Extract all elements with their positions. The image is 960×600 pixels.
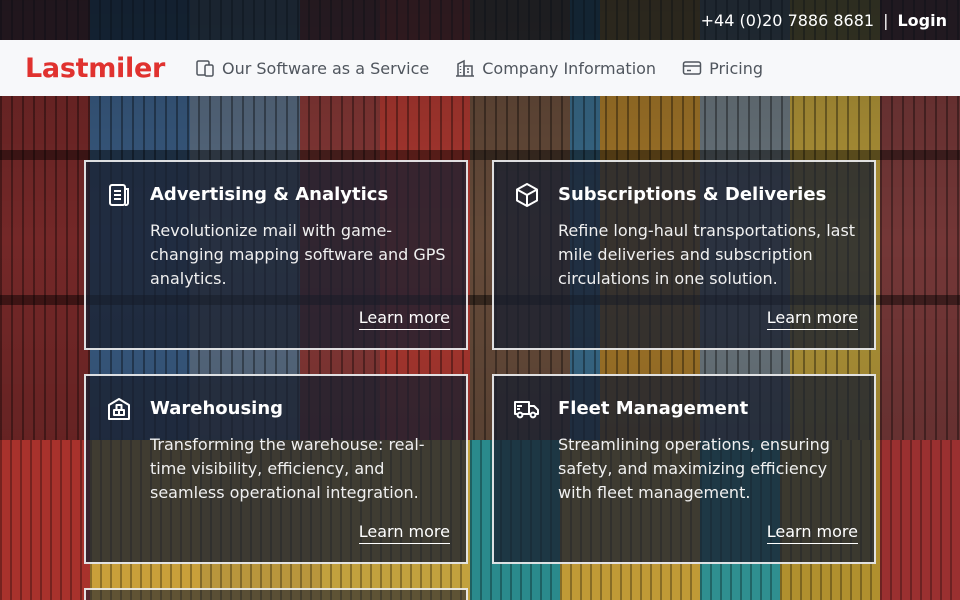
- box-icon: [516, 183, 538, 207]
- learn-more-link[interactable]: Learn more: [358, 522, 450, 544]
- nav-item-company[interactable]: Company Information: [455, 58, 656, 78]
- building-icon: [456, 59, 475, 77]
- card-title: Fleet Management: [558, 398, 749, 419]
- learn-more-link[interactable]: Learn more: [358, 308, 450, 330]
- truck-icon: [514, 401, 539, 419]
- card-title: Advertising & Analytics: [150, 184, 389, 205]
- nav-item-pricing[interactable]: Pricing: [682, 58, 763, 78]
- login-link[interactable]: Login: [897, 11, 947, 30]
- card-description: Refine long-haul transportations, last m…: [558, 221, 856, 288]
- card-icon: [682, 61, 702, 75]
- card-description: Transforming the warehouse: real-time vi…: [150, 435, 425, 502]
- document-icon: [109, 184, 129, 206]
- learn-more-link[interactable]: Learn more: [766, 308, 858, 330]
- card-partial: [84, 588, 468, 600]
- nav-item-label: Our Software as a Service: [221, 58, 430, 78]
- card-description: Streamlining operations, ensuring safety…: [558, 435, 830, 502]
- card-subscriptions: Subscriptions & Deliveries Refine long-h…: [492, 160, 876, 350]
- card-fleet: Fleet Management Streamlining operations…: [492, 374, 876, 564]
- warehouse-icon: [108, 398, 130, 420]
- card-warehousing: Warehousing Transforming the warehouse: …: [84, 374, 468, 564]
- nav-item-software[interactable]: Our Software as a Service: [195, 58, 429, 78]
- learn-more-link[interactable]: Learn more: [766, 522, 858, 544]
- main-navbar: Lastmiler Our Software as a Service Comp…: [0, 40, 960, 96]
- nav-item-label: Pricing: [709, 58, 764, 78]
- nav-item-label: Company Information: [482, 58, 657, 78]
- topbar-separator: |: [883, 10, 889, 30]
- brand-logo[interactable]: Lastmiler: [25, 53, 165, 84]
- card-description: Revolutionize mail with game-changing ma…: [150, 221, 446, 288]
- background-band: [0, 150, 960, 160]
- devices-icon: [196, 60, 214, 77]
- card-title: Warehousing: [150, 398, 284, 419]
- card-title: Subscriptions & Deliveries: [558, 184, 827, 205]
- nav-menu: Our Software as a Service Company Inform…: [195, 58, 789, 78]
- card-advertising: Advertising & Analytics Revolutionize ma…: [84, 160, 468, 350]
- top-bar: +44 (0)20 7886 8681 | Login: [0, 0, 960, 40]
- phone-link[interactable]: +44 (0)20 7886 8681: [701, 11, 874, 30]
